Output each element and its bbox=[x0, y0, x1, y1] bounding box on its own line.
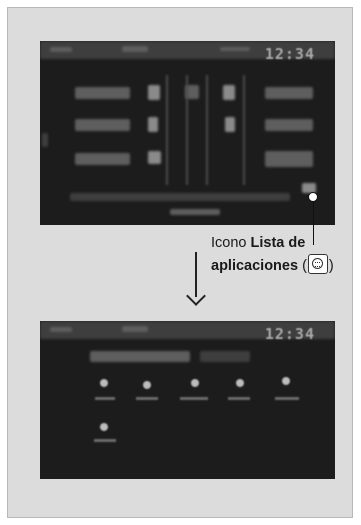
home-screen-display: 12:34 bbox=[40, 41, 335, 225]
callout-target-dot bbox=[308, 192, 318, 202]
home-button[interactable] bbox=[265, 87, 313, 99]
tab-apps[interactable] bbox=[90, 351, 190, 362]
callout-prefix: Icono bbox=[211, 235, 251, 251]
app-list-callout: Icono Lista de aplicaciones () bbox=[211, 232, 361, 277]
clock-display: 12:34 bbox=[264, 45, 315, 63]
home-button[interactable] bbox=[75, 119, 130, 131]
callout-open-paren: ( bbox=[298, 258, 307, 274]
callout-bold-line2: aplicaciones bbox=[211, 258, 299, 274]
callout-bold-line1: Lista de bbox=[250, 235, 306, 251]
app-list-screen-display: 12:34 bbox=[40, 321, 335, 479]
home-button[interactable] bbox=[265, 151, 313, 167]
tab-widgets[interactable] bbox=[200, 351, 250, 362]
home-button[interactable] bbox=[75, 153, 130, 165]
app-list-icon bbox=[307, 254, 328, 274]
home-button[interactable] bbox=[75, 87, 130, 99]
home-button[interactable] bbox=[265, 119, 313, 131]
callout-close-paren: ) bbox=[328, 258, 334, 274]
clock-display: 12:34 bbox=[264, 325, 315, 343]
